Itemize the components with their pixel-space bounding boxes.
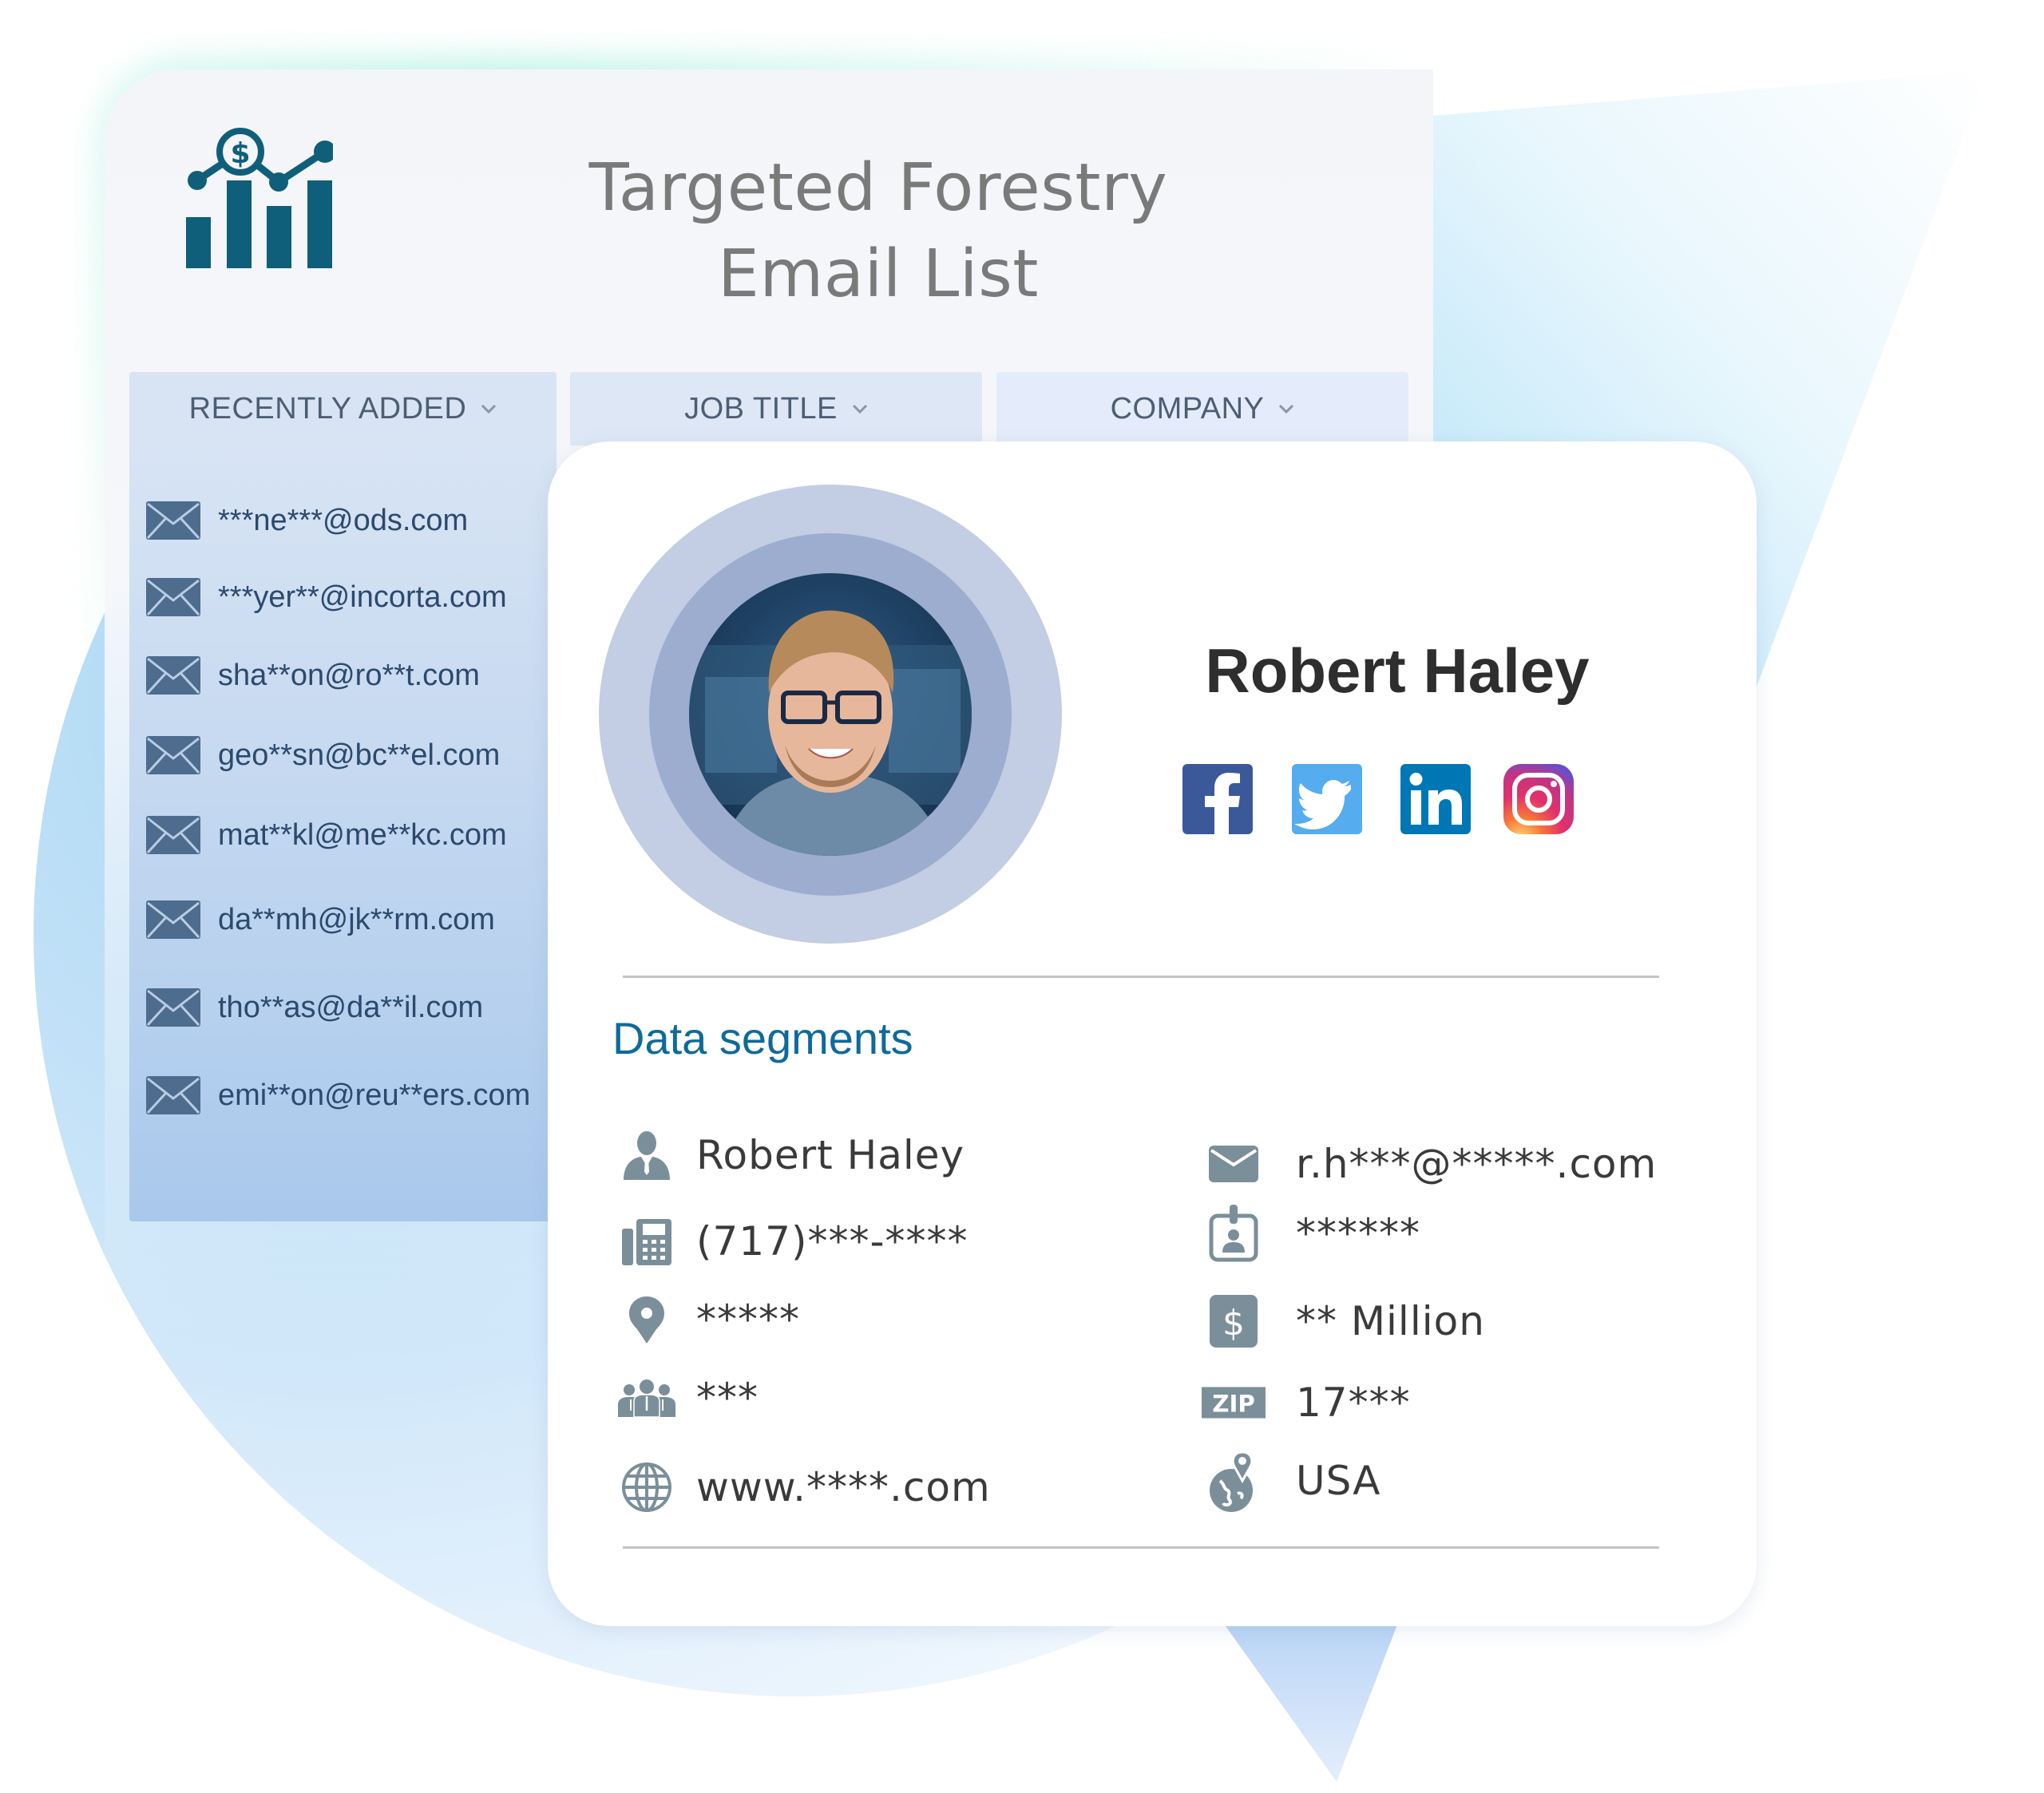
- segment-value: (717)***-****: [696, 1218, 969, 1265]
- segment-value: 17***: [1296, 1379, 1411, 1426]
- svg-text:ZIP: ZIP: [1212, 1391, 1255, 1418]
- email-list-item[interactable]: ***yer**@incorta.com: [146, 575, 507, 619]
- chart-dollar-icon: $: [186, 128, 333, 268]
- segment-location: *****: [615, 1292, 800, 1348]
- divider: [623, 1546, 1659, 1549]
- email-address: geo**sn@bc**el.com: [218, 738, 501, 772]
- email-list-item[interactable]: da**mh@jk**rm.com: [146, 897, 495, 942]
- segment-job-title: ******: [1202, 1205, 1420, 1262]
- segment-value: r.h***@*****.com: [1296, 1141, 1658, 1187]
- svg-text:$: $: [230, 137, 250, 170]
- segment-email: r.h***@*****.com: [1202, 1136, 1657, 1192]
- segment-website: www.****.com: [615, 1459, 991, 1515]
- email-address: sha**on@ro**t.com: [218, 658, 480, 692]
- segment-value: ** Million: [1296, 1298, 1485, 1344]
- envelope-icon: [146, 501, 200, 540]
- envelope-icon: [146, 1076, 200, 1114]
- globe-icon: [622, 1463, 671, 1512]
- segment-value: ******: [1296, 1210, 1420, 1257]
- tab-label: COMPANY: [1110, 391, 1265, 425]
- segment-zip: ZIP 17***: [1202, 1375, 1411, 1431]
- email-address: tho**as@da**il.com: [218, 990, 484, 1024]
- location-pin-icon: [629, 1296, 664, 1344]
- envelope-icon: [146, 988, 200, 1027]
- profile-name: Robert Haley: [1205, 635, 1590, 706]
- profile-photo: [689, 610, 972, 856]
- segment-contact-name: Robert Haley: [615, 1127, 965, 1183]
- phone-icon: [622, 1219, 671, 1265]
- dollar-icon: $: [1210, 1295, 1258, 1348]
- svg-text:$: $: [1222, 1303, 1245, 1344]
- envelope-icon: [146, 816, 200, 854]
- segment-value: www.****.com: [696, 1464, 991, 1510]
- chevron-down-icon: [852, 404, 867, 414]
- person-icon: [624, 1131, 670, 1180]
- email-address: mat**kl@me**kc.com: [218, 817, 507, 852]
- globe-location-icon: [1210, 1451, 1254, 1512]
- email-address: ***ne***@ods.com: [218, 503, 469, 537]
- segment-value: Robert Haley: [696, 1132, 965, 1178]
- chevron-down-icon: [481, 404, 497, 414]
- tab-job-title[interactable]: JOB TITLE: [570, 372, 982, 445]
- tab-label: RECENTLY ADDED: [188, 391, 467, 425]
- envelope-icon: [146, 578, 200, 616]
- envelope-icon: [146, 736, 200, 774]
- tab-recently-added[interactable]: RECENTLY ADDED: [129, 372, 557, 445]
- title-line-1: Targeted Forestry: [588, 150, 1168, 226]
- segment-value: ***: [696, 1375, 759, 1421]
- email-list-item[interactable]: emi**on@reu**ers.com: [146, 1073, 530, 1118]
- page-title: Targeted Forestry Email List: [511, 145, 1246, 318]
- segment-revenue: $ ** Million: [1202, 1293, 1485, 1349]
- divider: [623, 976, 1659, 978]
- segment-employees: ***: [615, 1370, 759, 1426]
- facebook-icon[interactable]: [1182, 764, 1253, 834]
- instagram-icon[interactable]: [1503, 764, 1574, 834]
- email-list-item[interactable]: sha**on@ro**t.com: [146, 653, 480, 698]
- envelope-icon: [146, 900, 200, 939]
- email-list-item[interactable]: mat**kl@me**kc.com: [146, 813, 507, 857]
- email-address: da**mh@jk**rm.com: [218, 902, 495, 936]
- email-list-item[interactable]: geo**sn@bc**el.com: [146, 733, 500, 778]
- email-list-item[interactable]: tho**as@da**il.com: [146, 985, 483, 1030]
- title-line-2: Email List: [718, 236, 1039, 312]
- segment-value: *****: [696, 1296, 800, 1343]
- team-icon: [618, 1379, 675, 1417]
- envelope-icon: [146, 656, 200, 695]
- segment-country: USA: [1202, 1451, 1381, 1512]
- segment-phone: (717)***-****: [615, 1213, 969, 1269]
- tab-label: JOB TITLE: [684, 391, 838, 425]
- email-address: ***yer**@incorta.com: [218, 580, 507, 614]
- chevron-down-icon: [1279, 404, 1294, 414]
- zip-icon: ZIP: [1202, 1387, 1266, 1419]
- data-segments-heading: Data segments: [612, 1013, 913, 1063]
- segment-value: USA: [1296, 1458, 1381, 1504]
- avatar: [689, 573, 972, 856]
- linkedin-icon[interactable]: [1400, 764, 1471, 834]
- email-address: emi**on@reu**ers.com: [218, 1078, 531, 1112]
- mail-icon: [1209, 1146, 1258, 1182]
- email-list-item[interactable]: ***ne***@ods.com: [146, 498, 468, 543]
- id-badge-icon: [1209, 1205, 1258, 1262]
- twitter-icon[interactable]: [1292, 764, 1362, 834]
- tab-company[interactable]: COMPANY: [996, 372, 1408, 445]
